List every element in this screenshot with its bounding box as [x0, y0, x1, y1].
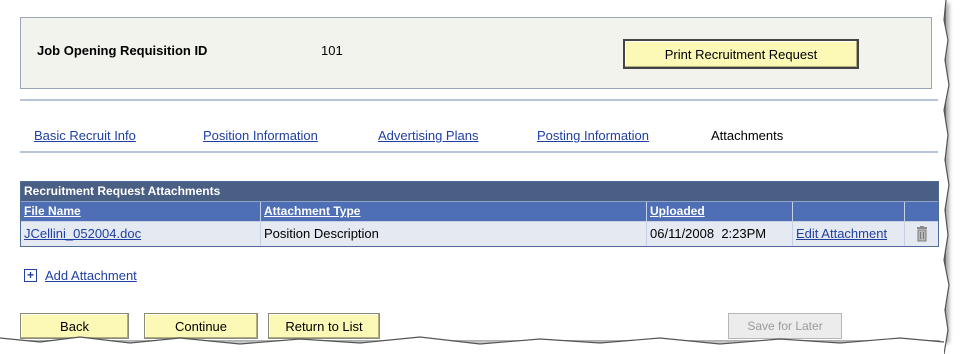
action-cell: Edit Attachment [793, 222, 905, 246]
attachment-type-cell: Position Description [261, 222, 647, 246]
column-header-file-name[interactable]: File Name [21, 202, 261, 221]
grid-title: Recruitment Request Attachments [21, 182, 938, 201]
plus-icon[interactable]: + [24, 269, 37, 282]
divider-top [20, 99, 938, 101]
add-attachment-link[interactable]: Add Attachment [45, 268, 137, 283]
file-name-link[interactable]: JCellini_052004.doc [24, 226, 141, 241]
column-header-uploaded[interactable]: Uploaded [647, 202, 793, 221]
edit-attachment-link[interactable]: Edit Attachment [796, 226, 887, 241]
torn-edge-right [940, 0, 950, 354]
requisition-id-value: 101 [321, 43, 343, 58]
trash-icon[interactable] [916, 226, 928, 242]
requisition-id-label: Job Opening Requisition ID [37, 43, 208, 58]
delete-cell [905, 222, 938, 246]
tab-attachments: Attachments [711, 128, 784, 143]
add-attachment-control[interactable]: + Add Attachment [24, 268, 137, 283]
grid-header-row: File Name Attachment Type Uploaded [21, 201, 938, 221]
divider-tabs [20, 151, 938, 153]
tab-posting-information[interactable]: Posting Information [537, 128, 649, 143]
print-recruitment-request-button[interactable]: Print Recruitment Request [623, 39, 859, 69]
column-header-action [793, 202, 905, 221]
column-header-attachment-type[interactable]: Attachment Type [261, 202, 647, 221]
torn-edge-bottom [0, 336, 945, 354]
tab-basic-recruit-info[interactable]: Basic Recruit Info [34, 128, 136, 143]
table-row: JCellini_052004.doc Position Description… [21, 221, 938, 246]
requisition-header: Job Opening Requisition ID 101 Print Rec… [20, 17, 932, 89]
page-frame: Job Opening Requisition ID 101 Print Rec… [0, 0, 946, 340]
file-name-cell: JCellini_052004.doc [21, 222, 261, 246]
uploaded-cell: 06/11/2008 2:23PM [647, 222, 793, 246]
tab-position-information[interactable]: Position Information [203, 128, 318, 143]
attachments-grid: Recruitment Request Attachments File Nam… [20, 181, 939, 247]
tab-advertising-plans[interactable]: Advertising Plans [378, 128, 478, 143]
column-header-delete [905, 202, 938, 221]
